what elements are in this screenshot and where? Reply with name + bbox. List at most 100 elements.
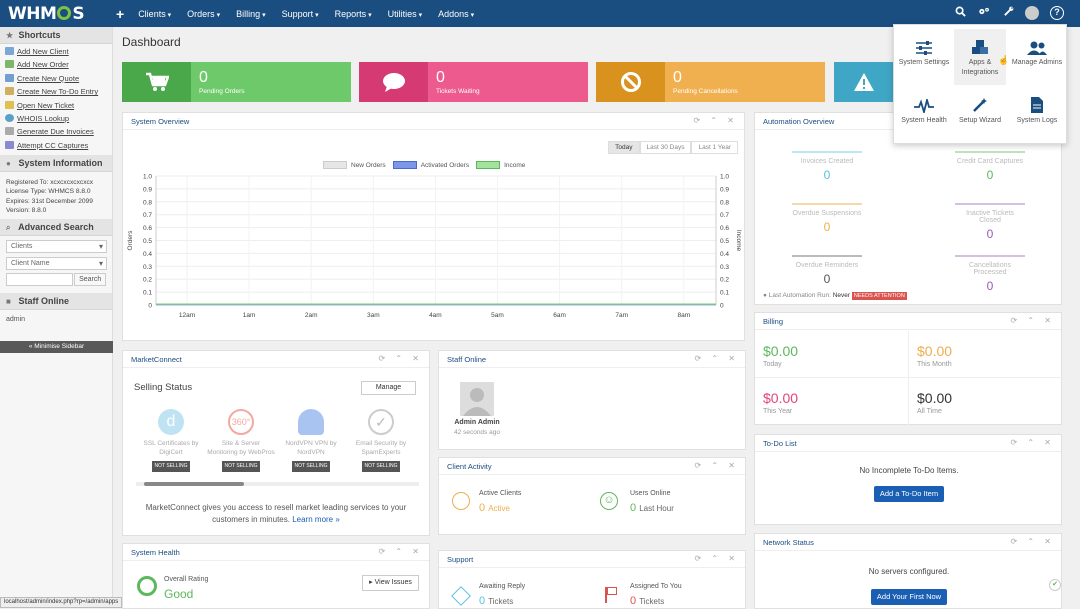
stat-pending-orders[interactable]: 0 Pending Orders xyxy=(122,62,351,102)
assigned-value: 0 Tickets xyxy=(630,595,664,607)
y2-tick-label: 1.0 xyxy=(720,174,729,181)
add-todo-button[interactable]: Add a To-Do Item xyxy=(874,486,944,502)
wrench-icon[interactable] xyxy=(1001,6,1015,20)
nav-clients[interactable]: Clients xyxy=(138,9,171,19)
nav-addons[interactable]: Addons xyxy=(438,9,474,19)
search-field-select[interactable]: Client Name xyxy=(6,257,107,270)
nav-orders[interactable]: Orders xyxy=(187,9,220,19)
menu-setup-wizard[interactable]: Setup Wizard xyxy=(954,91,1006,143)
view-issues-button[interactable]: ▸ View Issues xyxy=(362,575,419,591)
panel-title: System Health⟳ ⌃ ✕ xyxy=(123,544,429,561)
metric-label: Invoices Created xyxy=(792,151,862,165)
search-type-select[interactable]: Clients xyxy=(6,240,107,253)
menu-system-logs[interactable]: System Logs xyxy=(1011,91,1063,143)
metric-value: 0 xyxy=(950,227,1030,241)
horizontal-scrollbar[interactable] xyxy=(136,482,419,486)
quote-icon xyxy=(5,74,14,82)
plus-icon[interactable]: + xyxy=(116,6,124,22)
panel-title: Client Activity⟳ ⌃ ✕ xyxy=(439,458,745,475)
panel-controls[interactable]: ⟳ ⌃ ✕ xyxy=(1010,316,1055,325)
panel-controls[interactable]: ⟳ ⌃ ✕ xyxy=(378,547,423,556)
staff-online-header: ■ Staff Online xyxy=(0,293,112,310)
panel-controls[interactable]: ⟳ ⌃ ✕ xyxy=(378,354,423,363)
top-navbar: WHMS + Clients Orders Billing Support Re… xyxy=(0,0,1080,27)
stat-tickets-waiting[interactable]: 0 Tickets Waiting xyxy=(359,62,588,102)
staff-online-panel: Staff Online⟳ ⌃ ✕ Admin Admin 42 seconds… xyxy=(438,350,746,450)
360-logo: 360° xyxy=(228,409,254,435)
minimise-sidebar-button[interactable]: « Minimise Sidebar xyxy=(0,341,113,353)
shortcut-generate-invoices[interactable]: Generate Due Invoices xyxy=(0,126,112,139)
menu-label: System Logs xyxy=(1011,116,1063,126)
main-nav: + Clients Orders Billing Support Reports… xyxy=(116,0,490,27)
gears-icon[interactable] xyxy=(977,6,991,20)
x-tick-label: 2am xyxy=(305,312,318,319)
ban-icon xyxy=(596,62,665,102)
x-tick-label: 6am xyxy=(553,312,566,319)
panel-controls[interactable]: ⟳ ⌃ ✕ xyxy=(1010,537,1055,546)
overall-rating-value: Good xyxy=(164,587,193,601)
billing-this-year: $0.00 This Year xyxy=(755,378,909,425)
metric-value: 0 xyxy=(950,279,1030,293)
billing-label: This Month xyxy=(917,361,1063,368)
avatar[interactable] xyxy=(1025,6,1039,20)
shortcut-create-new-quote[interactable]: Create New Quote xyxy=(0,73,112,86)
smile-icon: ☺ xyxy=(600,492,618,510)
search-button[interactable]: Search xyxy=(74,273,106,286)
system-health-panel: System Health⟳ ⌃ ✕ Overall Rating Good ▸… xyxy=(122,543,430,609)
mc-nordvpn[interactable]: NordVPN VPN by NordVPN NOT SELLING xyxy=(276,409,346,472)
ticket-icon xyxy=(5,101,14,109)
panel-controls[interactable]: ⟳ ⌃ ✕ xyxy=(1010,438,1055,447)
shortcut-add-new-order[interactable]: Add New Order xyxy=(0,59,112,72)
sysinfo-registered: Registered To: xcxcxcxcxcxcx xyxy=(6,178,106,187)
mc-site-monitoring[interactable]: 360° Site & Server Monitoring by WebPros… xyxy=(206,409,276,472)
stat-alerts[interactable] xyxy=(834,62,894,102)
y-tick-label: 0.1 xyxy=(143,290,152,297)
learn-more-link[interactable]: Learn more » xyxy=(292,515,340,524)
nav-reports[interactable]: Reports xyxy=(335,9,372,19)
panel-title: To-Do List⟳ ⌃ ✕ xyxy=(755,435,1061,452)
shortcut-add-new-client[interactable]: Add New Client xyxy=(0,46,112,59)
search-input[interactable] xyxy=(6,273,73,286)
whmcs-logo[interactable]: WHMS xyxy=(8,4,84,24)
menu-system-settings[interactable]: System Settings xyxy=(898,33,950,85)
menu-manage-admins[interactable]: Manage Admins xyxy=(1011,33,1063,85)
search-icon[interactable] xyxy=(953,6,967,20)
panel-controls[interactable]: ⟳ ⌃ ✕ xyxy=(694,554,739,563)
mc-email-security[interactable]: ✓ Email Security by SpamExperts NOT SELL… xyxy=(346,409,416,472)
scrollbar-thumb[interactable] xyxy=(144,482,244,486)
shortcut-open-ticket[interactable]: Open New Ticket xyxy=(0,100,112,113)
client-activity-panel: Client Activity⟳ ⌃ ✕ Active Clients 0 Ac… xyxy=(438,457,746,535)
menu-label: Manage Admins xyxy=(1011,58,1063,68)
mc-name: Email Security by SpamExperts xyxy=(346,439,416,457)
system-overview-chart: 1.01.00.90.90.80.80.70.70.60.60.50.50.40… xyxy=(123,113,744,340)
shortcut-whois-lookup[interactable]: WHOIS Lookup xyxy=(0,113,112,126)
panel-controls[interactable]: ⟳ ⌃ ✕ xyxy=(694,354,739,363)
sysinfo: Registered To: xcxcxcxcxcxcx License Typ… xyxy=(0,172,112,219)
shortcut-attempt-cc[interactable]: Attempt CC Captures xyxy=(0,140,112,153)
stat-label: Tickets Waiting xyxy=(436,88,480,95)
y2-tick-label: 0.5 xyxy=(720,238,729,245)
mc-ssl-certificates[interactable]: d SSL Certificates by DigiCert NOT SELLI… xyxy=(136,409,206,472)
staff-name: Admin Admin xyxy=(447,419,507,426)
staff-avatar xyxy=(460,382,494,416)
menu-label: Setup Wizard xyxy=(954,116,1006,126)
selling-status-title: Selling Status xyxy=(134,382,192,393)
menu-system-health[interactable]: System Health xyxy=(898,91,950,143)
panel-controls[interactable]: ⟳ ⌃ ✕ xyxy=(694,461,739,470)
todo-panel: To-Do List⟳ ⌃ ✕ No Incomplete To-Do Item… xyxy=(754,434,1062,525)
shield-icon[interactable]: ✔ xyxy=(1049,579,1061,591)
sysinfo-version: Version: 8.8.0 xyxy=(6,206,106,215)
x-tick-label: 4am xyxy=(429,312,442,319)
shortcut-create-todo[interactable]: Create New To-Do Entry xyxy=(0,86,112,99)
nav-support[interactable]: Support xyxy=(282,9,319,19)
panel-title: Network Status⟳ ⌃ ✕ xyxy=(755,534,1061,551)
stat-pending-cancellations[interactable]: 0 Pending Cancellations xyxy=(596,62,825,102)
help-icon[interactable]: ? xyxy=(1050,6,1064,20)
manage-button[interactable]: Manage xyxy=(361,381,416,395)
add-server-button[interactable]: Add Your First Now xyxy=(871,589,947,605)
users-icon: ■ xyxy=(6,297,16,306)
nav-utilities[interactable]: Utilities xyxy=(388,9,422,19)
panel-title: Billing⟳ ⌃ ✕ xyxy=(755,313,1061,330)
nav-billing[interactable]: Billing xyxy=(236,9,265,19)
sysinfo-license: License Type: WHMCS 8.8.0 xyxy=(6,187,106,196)
